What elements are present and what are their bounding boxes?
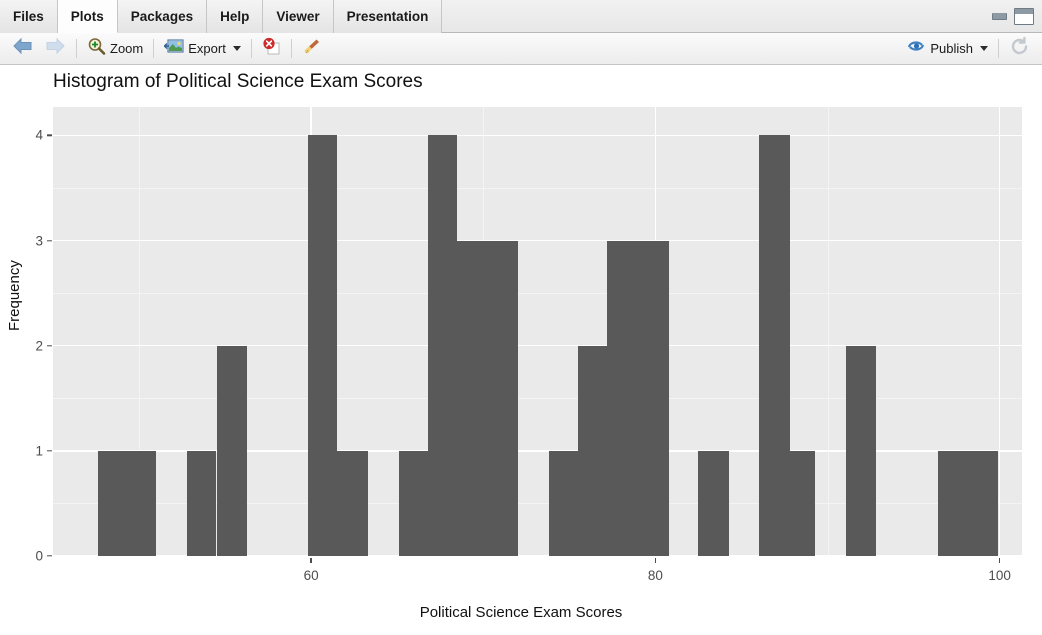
tab-label: Viewer [276,9,319,24]
forward-arrow-icon [44,37,66,60]
x-tick-label: 100 [988,568,1011,583]
y-tick-label: 0 [10,549,43,564]
x-tick-mark [655,558,656,563]
y-axis-label: Frequency [6,260,23,331]
histogram-bar [98,451,157,556]
histogram-bar [790,451,816,556]
y-tick-label: 1 [10,443,43,458]
zoom-button[interactable]: Zoom [82,35,148,63]
tab-label: Plots [71,9,104,24]
histogram-bar [846,346,875,556]
toolbar-separator [153,39,154,58]
chevron-down-icon[interactable] [233,46,241,51]
gridline-major-y [53,240,1022,242]
plot-canvas: Histogram of Political Science Exam Scor… [0,66,1042,635]
back-arrow-icon [12,37,34,60]
y-tick-mark [47,450,52,451]
tab-viewer[interactable]: Viewer [263,0,333,33]
gridline-minor-y [53,293,1022,294]
x-axis-label: Political Science Exam Scores [0,604,1042,621]
magnifier-plus-icon [87,37,106,61]
export-image-icon [164,38,184,60]
export-label: Export [188,41,226,56]
publish-button[interactable]: Publish [902,36,993,62]
zoom-label: Zoom [110,41,143,56]
y-tick-mark [47,345,52,346]
gridline-minor-x [828,107,829,556]
chevron-down-icon[interactable] [980,46,988,51]
toolbar-separator [291,39,292,58]
pane-tabstrip: Files Plots Packages Help Viewer Presentation [0,0,1042,33]
rstudio-plots-pane: Files Plots Packages Help Viewer Presentation [0,0,1042,635]
histogram-bar [308,135,337,556]
histogram-bar [549,451,578,556]
y-tick-label: 4 [10,128,43,143]
tab-presentation[interactable]: Presentation [334,0,443,33]
tab-label: Presentation [347,9,429,24]
histogram-bar [938,451,998,556]
y-tick-label: 2 [10,338,43,353]
histogram-bar [337,451,368,556]
clear-plots-button[interactable] [297,35,326,63]
histogram-bar [399,451,428,556]
histogram-bar [578,346,607,556]
remove-plot-icon [262,37,281,61]
histogram-bar [428,135,457,556]
publish-label: Publish [930,41,973,56]
gridline-major-y [53,345,1022,347]
plots-toolbar: Zoom Export [0,33,1042,65]
chart-plot-panel [53,107,1022,556]
gridline-minor-y [53,398,1022,399]
x-tick-label: 80 [648,568,663,583]
tab-label: Help [220,9,249,24]
broom-clear-icon [302,37,321,61]
remove-plot-button[interactable] [257,35,286,63]
chart-title: Histogram of Political Science Exam Scor… [53,71,423,93]
gridline-major-y [53,135,1022,137]
tabstrip-filler [442,0,1042,32]
tab-packages[interactable]: Packages [118,0,207,33]
gridline-major-x [999,107,1001,556]
tab-plots[interactable]: Plots [58,0,118,33]
tab-files[interactable]: Files [0,0,58,33]
gridline-minor-y [53,188,1022,189]
publish-icon [907,38,926,60]
export-button[interactable]: Export [159,36,246,62]
y-tick-label: 3 [10,233,43,248]
histogram-bar [187,451,216,556]
tab-help[interactable]: Help [207,0,263,33]
histogram-bar [217,346,248,556]
histogram-bar [698,451,729,556]
toolbar-separator [76,39,77,58]
histogram-bar [607,241,669,556]
tab-label: Packages [131,9,193,24]
back-button[interactable] [7,35,39,62]
maximize-icon[interactable] [1014,8,1034,25]
refresh-button[interactable] [1004,34,1035,64]
toolbar-separator [998,39,999,58]
histogram-bar [457,241,517,556]
x-tick-label: 60 [304,568,319,583]
window-controls [992,0,1034,33]
forward-button[interactable] [39,35,71,62]
x-tick-mark [999,558,1000,563]
minimize-icon[interactable] [992,13,1007,20]
y-tick-mark [47,240,52,241]
x-tick-mark [310,558,311,563]
tab-label: Files [13,9,44,24]
histogram-bar [759,135,790,556]
refresh-icon [1009,36,1030,62]
toolbar-separator [251,39,252,58]
y-tick-mark [47,135,52,136]
y-tick-mark [47,555,52,556]
